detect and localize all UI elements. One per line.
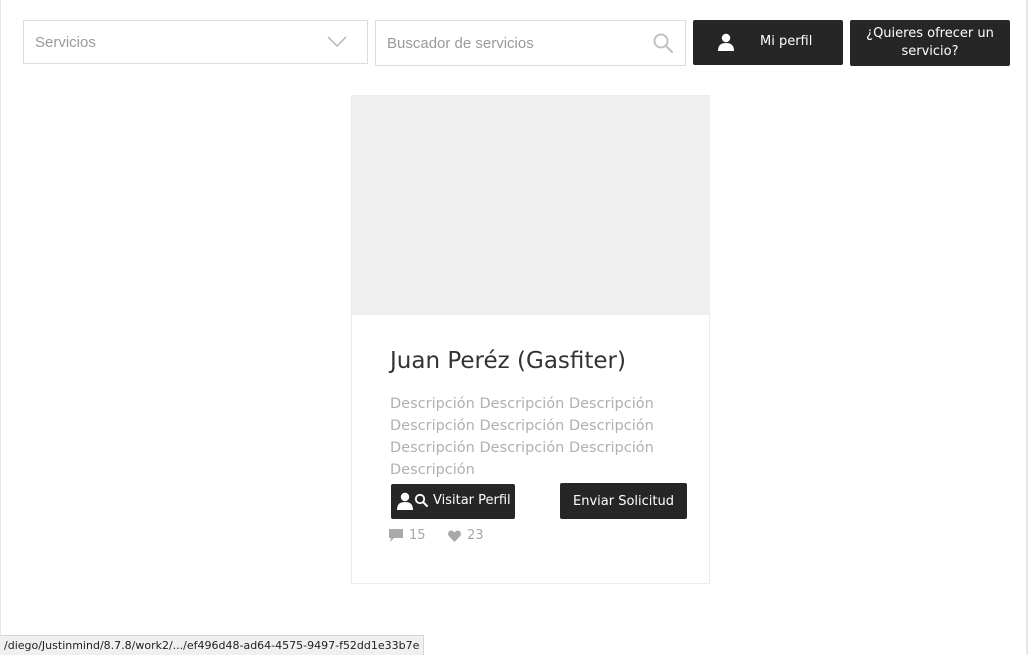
comments-count: 15 [409, 528, 426, 543]
provider-image-placeholder [352, 96, 709, 315]
visit-profile-button[interactable]: Visitar Perfil [391, 484, 515, 519]
heart-icon [448, 530, 461, 542]
user-icon [718, 33, 734, 51]
offer-service-button[interactable]: ¿Quieres ofrecer un servicio? [850, 20, 1010, 66]
offer-service-label: ¿Quieres ofrecer un servicio? [866, 26, 994, 59]
left-border [0, 0, 1, 655]
likes-count: 23 [467, 528, 484, 543]
service-search-input[interactable] [387, 34, 637, 52]
services-select-value: Servicios [35, 33, 96, 51]
provider-name: Juan Peréz (Gasfiter) [390, 348, 626, 374]
chevron-down-icon [327, 36, 347, 48]
provider-card: Juan Peréz (Gasfiter) Descripción Descri… [351, 95, 710, 584]
comments-stat: 15 [389, 528, 426, 543]
my-profile-label: Mi perfil [760, 34, 813, 49]
service-search[interactable] [375, 20, 686, 66]
search-icon[interactable] [653, 33, 673, 53]
send-request-button[interactable]: Enviar Solicitud [560, 483, 687, 519]
my-profile-button[interactable]: Mi perfil [693, 20, 843, 65]
user-search-icon [397, 492, 428, 510]
browser-status-bar: /diego/Justinmind/8.7.8/work2/.../ef496d… [0, 635, 425, 655]
send-request-label: Enviar Solicitud [573, 493, 674, 509]
status-url: /diego/Justinmind/8.7.8/work2/.../ef496d… [4, 639, 420, 652]
provider-description: Descripción Descripción Descripción Desc… [390, 396, 654, 478]
likes-stat: 23 [448, 528, 484, 543]
visit-profile-label: Visitar Perfil [433, 493, 511, 508]
services-select[interactable]: Servicios [23, 20, 368, 64]
comment-icon [389, 529, 403, 542]
